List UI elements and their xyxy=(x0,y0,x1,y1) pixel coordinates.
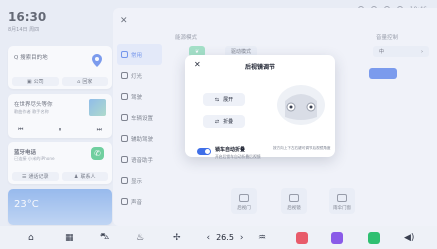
mirror-adjust-dialog: ✕ 后视镜调节 ⇆ 展开 ⇄ 折叠 锁车自动折叠 开启后锁车自动折叠后视镜 按方向上… xyxy=(185,55,335,159)
temperature-control[interactable]: ‹ 26.5 › xyxy=(200,231,250,244)
auto-fold-label: 锁车自动折叠 xyxy=(215,147,246,153)
unfold-button[interactable]: ⇆ 展开 xyxy=(203,93,245,106)
fold-button[interactable]: ⇄ 折叠 xyxy=(203,115,245,128)
temperature-value: 26.5 xyxy=(216,233,234,242)
seat-heat-icon[interactable]: ♨ xyxy=(136,231,144,244)
car-icon[interactable]: ⛍ xyxy=(100,231,109,244)
dialog-title: 后视镜调节 xyxy=(244,64,275,71)
apps-grid-icon[interactable]: ▦ xyxy=(65,231,74,244)
app-purple-icon[interactable] xyxy=(331,231,343,244)
auto-fold-desc: 开启后锁车自动折叠后视镜 xyxy=(215,154,261,159)
car-mirror-illustration xyxy=(277,85,325,125)
app-green-icon[interactable] xyxy=(368,231,380,244)
app-red-icon[interactable] xyxy=(296,231,308,244)
temp-up-icon[interactable]: › xyxy=(240,233,244,243)
home-icon[interactable]: ⌂ xyxy=(28,231,34,244)
volume-icon[interactable]: ◀) xyxy=(404,231,414,244)
adjust-hint: 按方向上下左右键可调节后视镜角度 xyxy=(273,146,331,150)
unfold-icon: ⇆ xyxy=(214,96,220,103)
temp-down-icon[interactable]: ‹ xyxy=(206,233,210,243)
fold-icon: ⇄ xyxy=(214,118,220,125)
auto-fold-toggle[interactable] xyxy=(197,148,211,155)
bottom-dock: ⌂ ▦ ⛍ ♨ ✢ ‹ 26.5 › ♒ ◀) xyxy=(0,226,437,249)
fan-icon[interactable]: ✢ xyxy=(173,231,181,244)
defrost-icon[interactable]: ♒ xyxy=(258,231,266,244)
